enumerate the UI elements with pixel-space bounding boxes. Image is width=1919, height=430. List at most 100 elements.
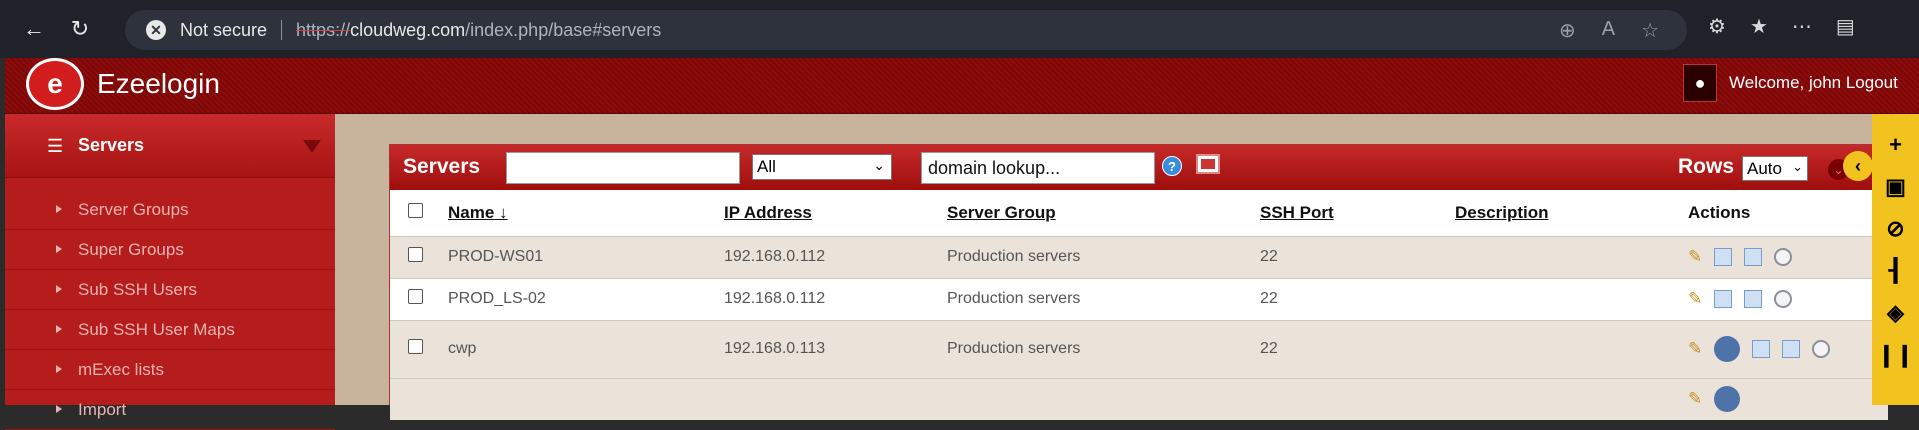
app-header: e Ezeelogin ● Welcome, john Logout (5, 58, 1919, 114)
sidebar-toggle-icon[interactable]: ▤ (1836, 14, 1855, 39)
collapse-strip-icon[interactable]: ‹ (1843, 151, 1873, 181)
row-checkbox[interactable] (408, 289, 423, 304)
barcode-icon[interactable]: ❙❙ (1877, 344, 1914, 366)
more-menu-icon[interactable]: ⋯ (1792, 14, 1812, 39)
server-ip: 192.168.0.112 (724, 248, 826, 265)
reload-icon[interactable]: ↻ (60, 9, 100, 49)
sidebar-item-sub-ssh-users[interactable]: Sub SSH Users (5, 270, 335, 310)
row-actions: ✎ (1688, 236, 1888, 278)
extensions-icon[interactable]: ⚙ (1708, 14, 1726, 39)
column-header-ssh-port[interactable]: SSH Port (1260, 190, 1455, 236)
sidebar-section-servers[interactable]: ☰ Servers (5, 114, 335, 178)
url-host: cloudweg.com (350, 19, 466, 40)
import-icon[interactable] (1744, 248, 1763, 266)
table-header-row: Name ↓ IP Address Server Group SSH Port … (390, 190, 1888, 236)
server-name[interactable]: cwp (448, 320, 724, 378)
edit-pencil-icon[interactable]: ✎ (1688, 389, 1702, 409)
column-label: Name (448, 202, 495, 222)
terminal-icon[interactable]: ▣ (1885, 176, 1906, 198)
user-avatar-icon[interactable]: ● (1683, 64, 1717, 102)
column-header-ip[interactable]: IP Address (724, 190, 947, 236)
settings-gear-icon[interactable] (1714, 386, 1741, 413)
list-icon: ☰ (47, 136, 64, 156)
block-icon[interactable]: ⊘ (1886, 218, 1904, 240)
sidebar: ☰ Servers Server Groups Super Groups Sub… (5, 114, 335, 430)
read-aloud-icon[interactable]: A (1602, 18, 1615, 43)
address-bar[interactable]: ✕ Not secure https://cloudweg.com/index.… (125, 10, 1687, 50)
sidebar-item-server-groups[interactable]: Server Groups (5, 190, 335, 230)
browser-toolbar: ← ↻ ✕ Not secure https://cloudweg.com/in… (0, 0, 1919, 58)
row-actions: ✎ (1688, 378, 1888, 420)
favorite-star-icon[interactable]: ☆ (1641, 18, 1659, 43)
server-ssh-port: 22 (1260, 290, 1278, 307)
sidebar-item-label: Import (78, 399, 127, 419)
image-view-icon[interactable] (1196, 154, 1220, 174)
settings-gear-icon[interactable] (1714, 336, 1741, 362)
row-checkbox[interactable] (408, 247, 423, 262)
servers-table: Name ↓ IP Address Server Group SSH Port … (390, 190, 1888, 420)
history-clock-icon[interactable] (1774, 290, 1793, 308)
server-group: Production servers (947, 290, 1081, 307)
sidebar-item-super-groups[interactable]: Super Groups (5, 230, 335, 270)
help-icon[interactable]: ? (1162, 156, 1182, 176)
table-row: PROD-WS01 192.168.0.112 Production serve… (390, 236, 1888, 278)
add-key-icon[interactable] (1714, 290, 1733, 308)
panel-title: Servers (403, 155, 481, 178)
app-area: e Ezeelogin ● Welcome, john Logout ☰ Ser… (5, 58, 1919, 430)
rows-select[interactable]: Auto ⌄ (1742, 156, 1808, 181)
sidebar-menu: Server Groups Super Groups Sub SSH Users… (5, 190, 335, 430)
split-icon[interactable]: ┨ (1889, 260, 1902, 282)
not-secure-icon[interactable]: ✕ (146, 20, 166, 40)
rows-label: Rows (1678, 155, 1735, 178)
layers-icon[interactable]: ◈ (1887, 302, 1904, 324)
row-checkbox[interactable] (408, 339, 423, 354)
server-ssh-port: 22 (1260, 248, 1278, 265)
chevron-down-icon: ⌄ (873, 157, 885, 173)
row-actions: ✎ (1688, 320, 1888, 378)
sidebar-item-label: Super Groups (78, 239, 184, 259)
ezeelogin-logo[interactable]: e (26, 58, 84, 110)
edit-pencil-icon[interactable]: ✎ (1688, 247, 1702, 267)
back-icon[interactable]: ← (14, 9, 54, 49)
history-clock-icon[interactable] (1812, 340, 1831, 358)
import-icon[interactable] (1752, 340, 1771, 358)
edit-pencil-icon[interactable]: ✎ (1688, 339, 1702, 359)
add-key-icon[interactable] (1782, 340, 1801, 358)
sidebar-item-import[interactable]: Import (5, 390, 335, 430)
rows-selected: Auto (1747, 158, 1782, 178)
select-all-cell (390, 190, 448, 236)
add-icon[interactable]: + (1889, 134, 1902, 156)
welcome-logout[interactable]: Welcome, john Logout (1729, 73, 1898, 93)
filter-selected: All (757, 157, 776, 176)
sidebar-item-label: Server Groups (78, 199, 189, 219)
import-icon[interactable] (1744, 290, 1763, 308)
url-protocol: https:// (296, 19, 351, 40)
server-name[interactable]: PROD-WS01 (448, 236, 724, 278)
sidebar-item-mexec-lists[interactable]: mExec lists (5, 350, 335, 390)
table-row: cwp 192.168.0.113 Production servers 22 … (390, 320, 1888, 378)
edit-pencil-icon[interactable]: ✎ (1688, 289, 1702, 309)
select-all-checkbox[interactable] (408, 202, 423, 218)
add-key-icon[interactable] (1714, 248, 1733, 266)
zoom-icon[interactable]: ⊕ (1559, 18, 1576, 43)
column-header-server-group[interactable]: Server Group (947, 190, 1260, 236)
column-header-description[interactable]: Description (1455, 190, 1688, 236)
sidebar-item-sub-ssh-user-maps[interactable]: Sub SSH User Maps (5, 310, 335, 350)
search-input[interactable] (506, 152, 740, 184)
favorites-icon[interactable]: ★ (1750, 14, 1768, 39)
server-ip: 192.168.0.112 (724, 290, 826, 307)
column-header-actions: Actions (1688, 202, 1751, 222)
row-checkbox-cell (390, 378, 448, 420)
server-name[interactable]: PROD_LS-02 (448, 278, 724, 320)
row-actions: ✎ (1688, 278, 1888, 320)
domain-lookup-input[interactable]: domain lookup... (921, 152, 1155, 184)
collapse-arrow-icon[interactable] (303, 140, 321, 153)
group-filter-select[interactable]: All ⌄ (752, 154, 892, 180)
url-text[interactable]: https://cloudweg.com/index.php/base#serv… (296, 20, 661, 41)
history-clock-icon[interactable] (1774, 248, 1793, 266)
column-header-name[interactable]: Name ↓ (448, 190, 724, 236)
tool-strip: + ▣ ⊘ ┨ ◈ ❙❙ (1872, 114, 1919, 405)
browser-actions: ⚙ ★ ⋯ ▤ (1708, 14, 1855, 39)
table-row: PROD_LS-02 192.168.0.112 Production serv… (390, 278, 1888, 320)
security-label[interactable]: Not secure (180, 20, 267, 41)
